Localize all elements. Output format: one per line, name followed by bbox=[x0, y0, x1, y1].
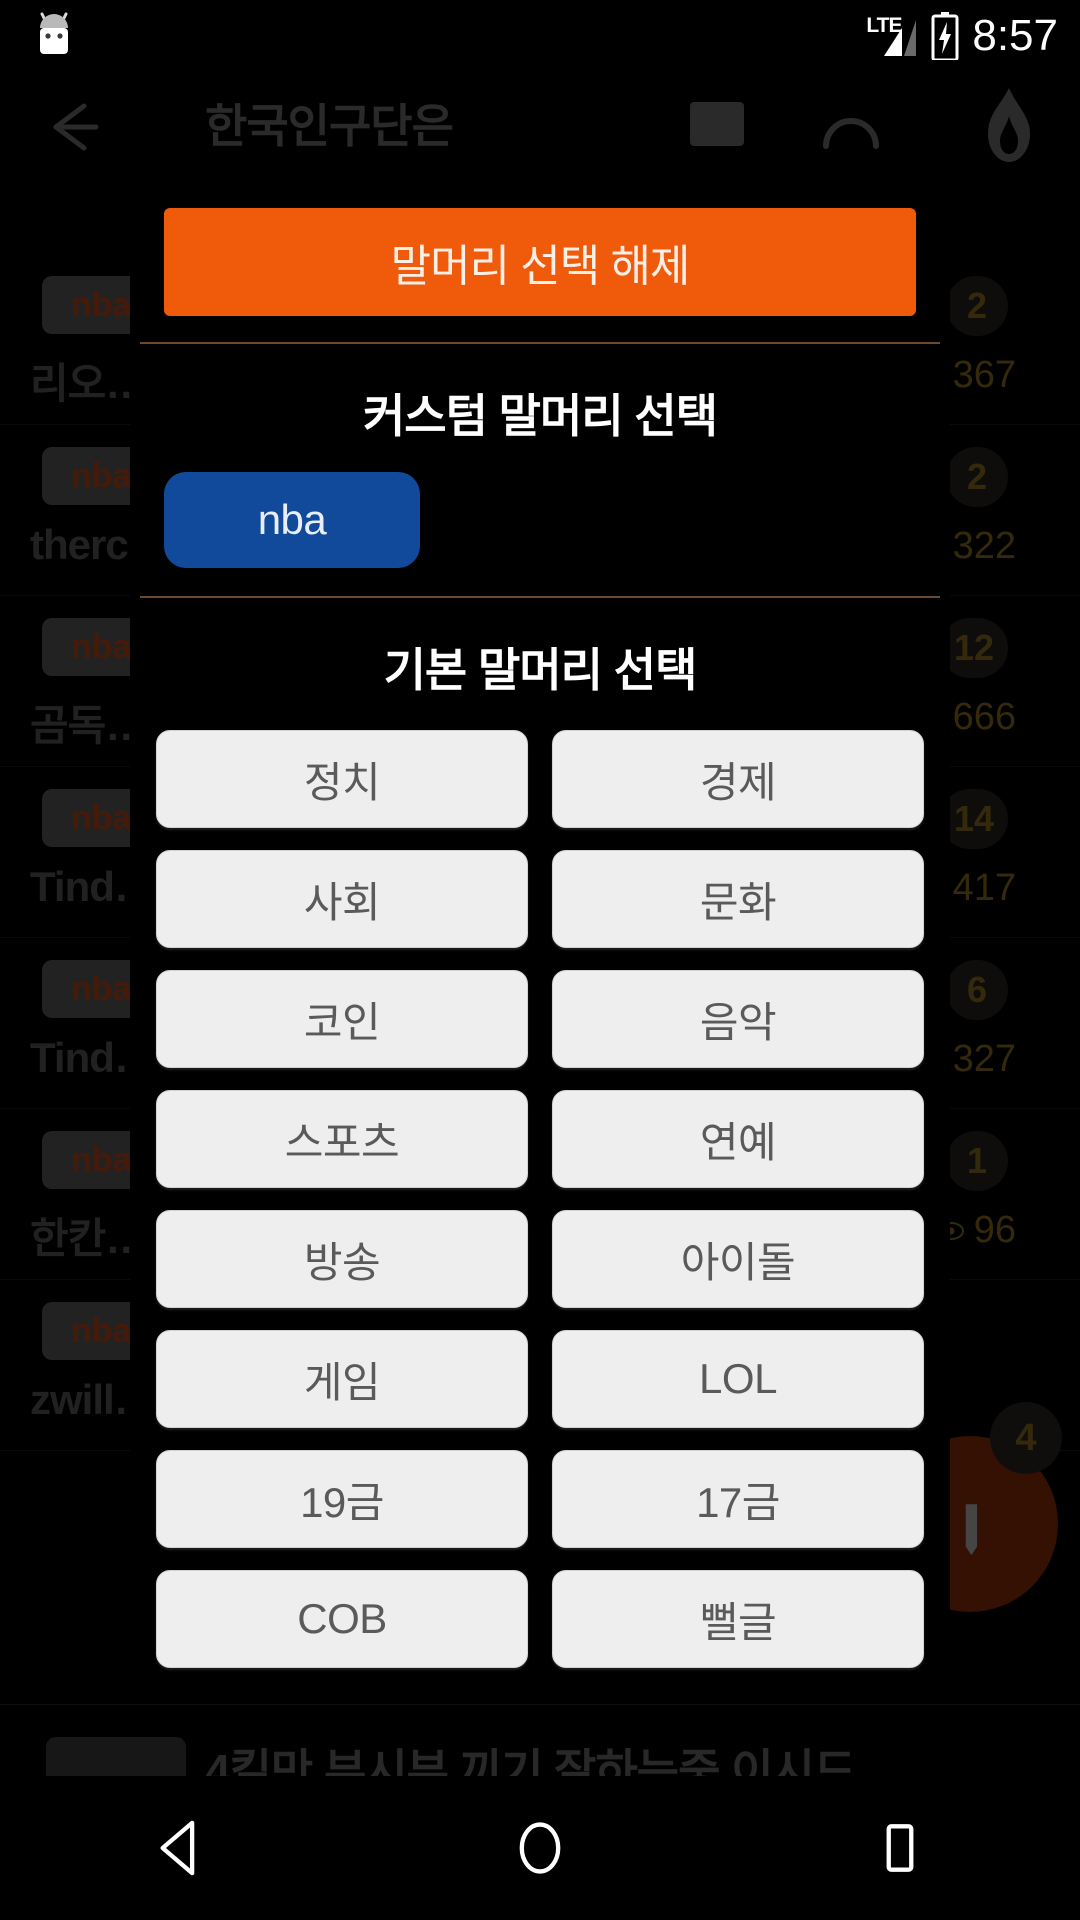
chip-entertainment[interactable]: 연예 bbox=[552, 1090, 924, 1188]
chip-lol[interactable]: LOL bbox=[552, 1330, 924, 1428]
battery-charging-icon bbox=[931, 12, 959, 60]
chip-cob[interactable]: COB bbox=[156, 1570, 528, 1668]
chip-idol[interactable]: 아이돌 bbox=[552, 1210, 924, 1308]
chip-17plus[interactable]: 17금 bbox=[552, 1450, 924, 1548]
chip-game[interactable]: 게임 bbox=[156, 1330, 528, 1428]
chip-coin[interactable]: 코인 bbox=[156, 970, 528, 1068]
tag-picker-dialog: 말머리 선택 해제 커스텀 말머리 선택 nba 기본 말머리 선택 정치 경제… bbox=[130, 150, 950, 1700]
clear-tag-selection-button[interactable]: 말머리 선택 해제 bbox=[164, 208, 916, 316]
divider bbox=[140, 342, 940, 344]
nav-home-circle-icon[interactable] bbox=[480, 1812, 600, 1884]
network-indicator: LTE bbox=[866, 11, 918, 61]
clock: 8:57 bbox=[972, 11, 1058, 60]
chip-nonsense[interactable]: 뻘글 bbox=[552, 1570, 924, 1668]
nav-back-triangle-icon[interactable] bbox=[120, 1812, 240, 1884]
custom-chip-group: nba bbox=[130, 446, 950, 568]
chip-broadcast[interactable]: 방송 bbox=[156, 1210, 528, 1308]
chip-music[interactable]: 음악 bbox=[552, 970, 924, 1068]
system-nav-bar bbox=[0, 1776, 1080, 1920]
status-bar: LTE 8:57 bbox=[0, 0, 1080, 72]
chip-politics[interactable]: 정치 bbox=[156, 730, 528, 828]
chip-economy[interactable]: 경제 bbox=[552, 730, 924, 828]
nav-recents-square-icon[interactable] bbox=[840, 1812, 960, 1884]
chip-19plus[interactable]: 19금 bbox=[156, 1450, 528, 1548]
chip-culture[interactable]: 문화 bbox=[552, 850, 924, 948]
signal-bars-icon bbox=[884, 20, 917, 56]
status-icons: LTE 8:57 bbox=[866, 4, 1058, 68]
default-section-title: 기본 말머리 선택 bbox=[383, 644, 698, 696]
default-chip-grid: 정치 경제 사회 문화 코인 음악 스포츠 연예 방송 아이돌 게임 LOL 1… bbox=[130, 730, 950, 1668]
chip-society[interactable]: 사회 bbox=[156, 850, 528, 948]
custom-section-title: 커스텀 말머리 선택 bbox=[362, 390, 718, 442]
phone-screen: 한국인구단은 nba 리오… 2 367 nba therc… 2 322 bbox=[0, 0, 1080, 1920]
chip-sports[interactable]: 스포츠 bbox=[156, 1090, 528, 1188]
divider bbox=[140, 596, 940, 598]
custom-chip-nba[interactable]: nba bbox=[164, 472, 420, 568]
android-robot-icon bbox=[40, 12, 68, 54]
